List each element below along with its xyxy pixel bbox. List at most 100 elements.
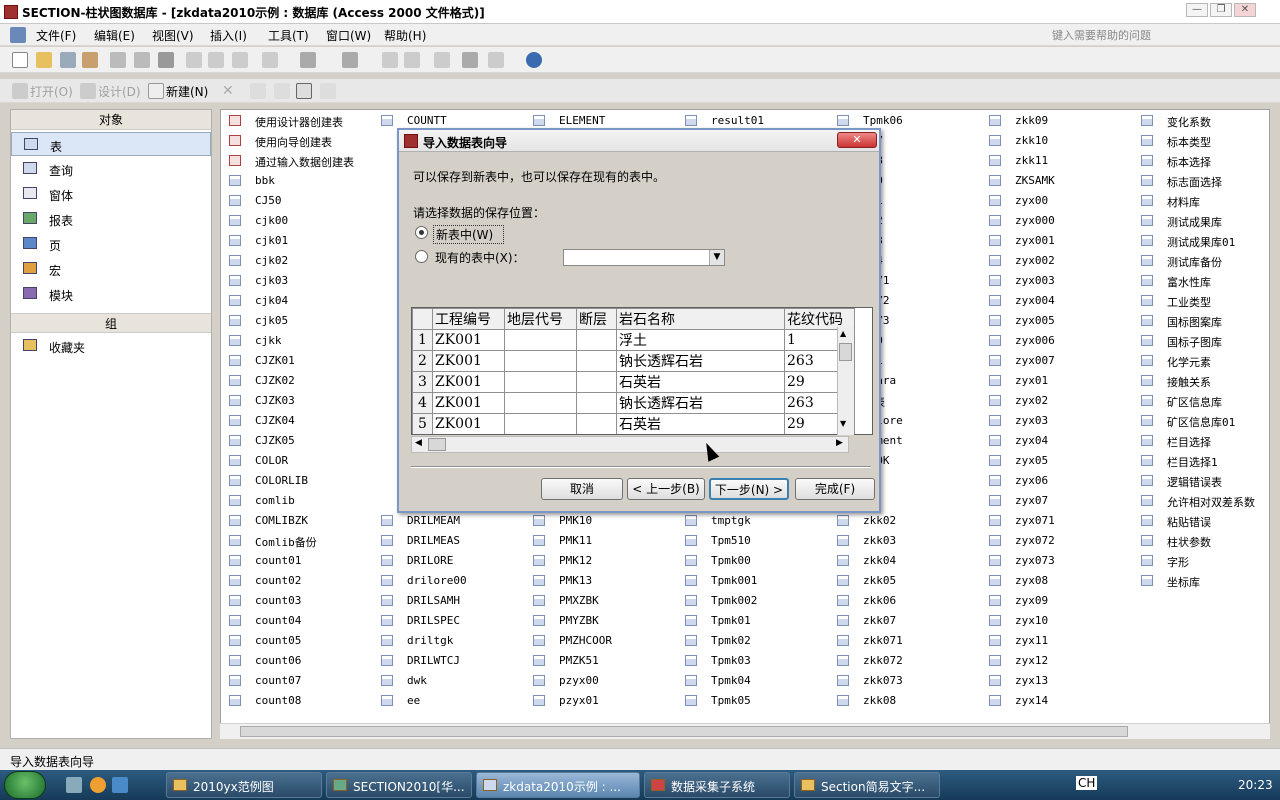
existing-table-select[interactable]: ▼ [563,249,725,266]
finish-button[interactable]: 完成(F) [795,478,875,500]
table-icon [1141,495,1153,506]
relationships-icon[interactable] [462,52,478,68]
object-modules[interactable]: 模块 [11,282,211,306]
code-icon[interactable] [382,52,398,68]
object-forms[interactable]: 窗体 [11,182,211,206]
properties-icon[interactable] [434,52,450,68]
new-doc-icon[interactable] [12,52,28,68]
menu-edit[interactable]: 编辑(E) [94,27,135,44]
help-icon[interactable] [526,52,542,68]
language-indicator[interactable]: CH [1076,776,1098,790]
table-icon [381,595,393,606]
spelling-icon[interactable] [158,52,174,68]
maximize-button[interactable]: ❐ [1210,3,1232,17]
undo-icon[interactable] [262,52,278,68]
table-item-label: Tpmk002 [711,594,758,607]
task-button[interactable]: SECTION2010[华... [326,772,472,798]
menu-tools[interactable]: 工具(T) [268,27,309,44]
quicklaunch-icon[interactable] [90,777,106,793]
table-item-label: zyx08 [1015,574,1049,587]
copy-icon[interactable] [208,52,224,68]
menu-file[interactable]: 文件(F) [36,27,76,44]
table-item-label: Tpmk06 [863,114,903,127]
analyze-icon[interactable] [342,52,358,68]
table-icon [989,635,1001,646]
object-pages[interactable]: 页 [11,232,211,256]
menu-view[interactable]: 视图(V) [152,27,194,44]
scrollbar-thumb[interactable] [240,726,1128,737]
print-icon[interactable] [110,52,126,68]
small-icons-icon[interactable] [274,83,290,99]
scroll-down-icon[interactable]: ▼ [840,419,846,428]
table-icon [989,695,1001,706]
menu-insert[interactable]: 插入(I) [210,27,247,44]
table-icon [229,615,241,626]
details-view-icon[interactable] [320,83,336,99]
table-item-label: PMYZBK [559,614,599,627]
radio-existing-table-label[interactable]: 现有的表中(X)： [435,249,525,266]
script-icon[interactable] [404,52,420,68]
table-item-label: DRILMEAM [407,514,460,527]
minimize-button[interactable]: — [1186,3,1208,17]
table-icon [1141,135,1153,146]
table-item-label: zyx09 [1015,594,1049,607]
radio-existing-table[interactable] [415,250,428,263]
standard-toolbar [0,47,1280,73]
list-horizontal-scrollbar[interactable] [220,723,1270,739]
table-icon [989,515,1001,526]
back-button[interactable]: < 上一步(B) [627,478,705,500]
next-button[interactable]: 下一步(N) > [709,478,789,500]
object-reports[interactable]: 报表 [11,207,211,231]
table-item-label: zyx006 [1015,334,1055,347]
scroll-left-icon[interactable]: ◀ [415,438,422,448]
grid-horizontal-scrollbar[interactable]: ◀ ▶ [411,436,849,453]
paste-icon[interactable] [232,52,248,68]
large-icons-icon[interactable] [250,83,266,99]
table-icon [1141,555,1153,566]
scroll-right-icon[interactable]: ▶ [836,438,843,448]
delete-icon[interactable]: ✕ [222,83,238,99]
table-item-label: zkk05 [863,574,897,587]
start-button[interactable] [4,771,46,799]
table-item-label: zkk06 [863,594,897,607]
print-preview-icon[interactable] [134,52,150,68]
quicklaunch-icon[interactable] [112,777,128,793]
task-button[interactable]: 2010yx范例图 [166,772,322,798]
office-links-icon[interactable] [300,52,316,68]
object-macros[interactable]: 宏 [11,257,211,281]
table-icon [685,555,697,566]
new-object-icon[interactable] [488,52,504,68]
menu-help[interactable]: 帮助(H) [384,27,426,44]
design-button[interactable]: 设计(D) [98,83,141,100]
cancel-button[interactable]: 取消 [541,478,623,500]
task-button[interactable]: Section简易文字... [794,772,940,798]
table-item-label: 接触关系 [1167,376,1211,389]
cut-icon[interactable] [186,52,202,68]
scrollbar-thumb[interactable] [428,438,446,451]
new-button[interactable]: 新建(N) [166,83,208,100]
group-favorites[interactable]: 收藏夹 [11,334,211,358]
task-button-active[interactable]: zkdata2010示例 : ... [476,772,640,798]
menu-window[interactable]: 窗口(W) [326,27,371,44]
grid-vertical-scrollbar[interactable]: ▲ ▼ [837,327,854,435]
object-label: 宏 [49,264,62,278]
save-icon[interactable] [60,52,76,68]
radio-new-table-label[interactable]: 新表中(W) [433,225,505,244]
radio-new-table[interactable] [415,226,428,239]
object-label: 表 [50,140,63,154]
search-file-icon[interactable] [82,52,98,68]
chevron-down-icon[interactable]: ▼ [709,250,724,265]
object-tables[interactable]: 表 [11,132,211,156]
open-button[interactable]: 打开(O) [30,83,73,100]
scroll-up-icon[interactable]: ▲ [840,329,846,338]
open-folder-icon[interactable] [36,52,52,68]
scrollbar-thumb[interactable] [839,343,852,361]
close-button[interactable]: ✕ [1234,3,1256,17]
dialog-close-button[interactable]: ✕ [837,132,877,148]
quicklaunch-icon[interactable] [66,777,82,793]
list-view-icon[interactable] [296,83,312,99]
task-button[interactable]: 数据采集子系统 [644,772,790,798]
object-queries[interactable]: 查询 [11,157,211,181]
help-search-input[interactable]: 键入需要帮助的问题 [1052,27,1151,43]
table-item-label: zyx003 [1015,274,1055,287]
